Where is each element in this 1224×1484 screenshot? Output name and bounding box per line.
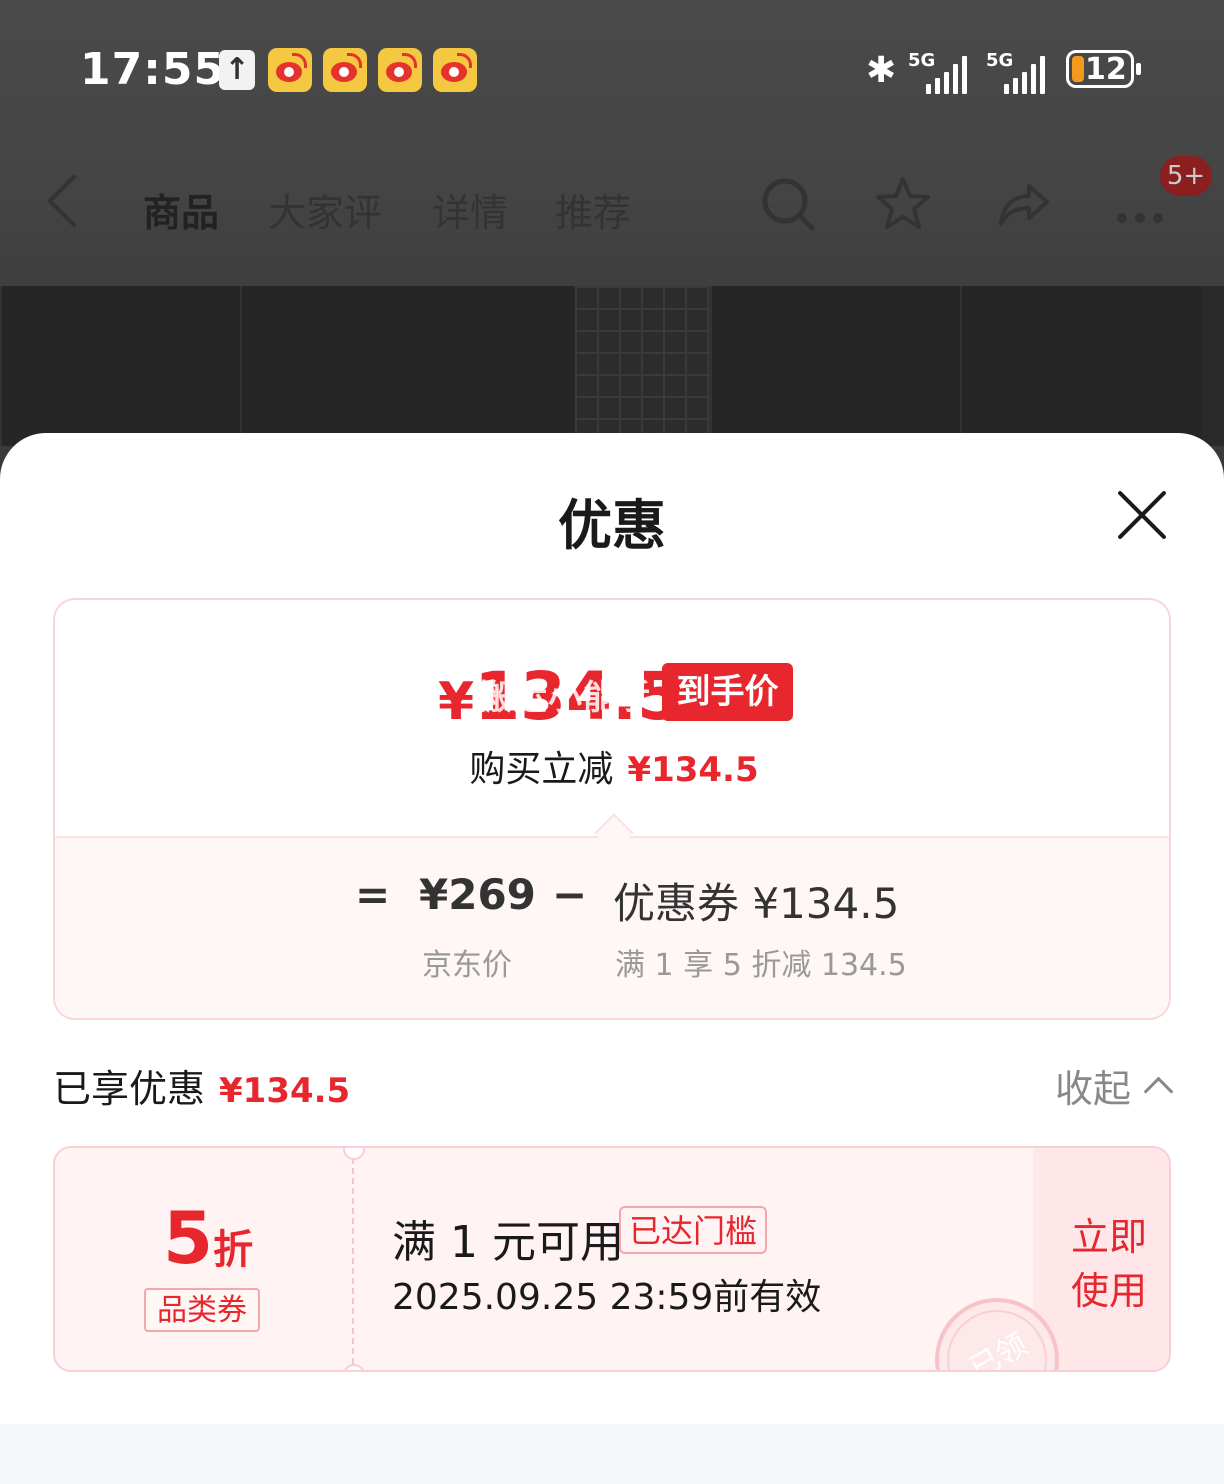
status-time: 17:55 bbox=[80, 44, 226, 95]
enjoyed-discount: 已享优惠 ¥134.5 bbox=[53, 1067, 351, 1111]
discount-sheet: 优惠 ¥134.5 到手价 搬运小能手 购买立减 ¥134.5 = ¥269 京东… bbox=[0, 433, 1224, 1484]
tab-details[interactable]: 详情 bbox=[432, 182, 508, 237]
status-bar: 17:55 ↑ ✱ 5G 5G 12 bbox=[0, 40, 1224, 102]
signal-icon: 5G bbox=[986, 50, 1056, 94]
star-icon[interactable] bbox=[873, 174, 933, 234]
close-icon[interactable] bbox=[1115, 488, 1169, 542]
equals-sign: = bbox=[355, 870, 391, 919]
collapse-button[interactable]: 收起 bbox=[1055, 1058, 1131, 1113]
weibo-icon bbox=[433, 48, 477, 92]
base-price-label: 京东价 bbox=[422, 948, 512, 983]
sheet-title: 优惠 bbox=[558, 494, 666, 557]
coupon-rule: 满 1 享 5 折减 134.5 bbox=[615, 948, 907, 983]
tab-reviews[interactable]: 大家评 bbox=[268, 182, 382, 237]
upload-icon: ↑ bbox=[219, 50, 255, 90]
reduce-line: 购买立减 ¥134.5 bbox=[469, 749, 759, 790]
tab-product[interactable]: 商品 bbox=[143, 182, 219, 237]
watermark-text: 搬运小能手 bbox=[478, 678, 653, 718]
coupon-amount: 优惠券 ¥134.5 bbox=[613, 879, 900, 928]
sheet-footer bbox=[0, 1424, 1224, 1484]
coupon-divider bbox=[352, 1158, 354, 1364]
back-icon[interactable] bbox=[47, 174, 101, 228]
tab-recommend[interactable]: 推荐 bbox=[555, 182, 631, 237]
battery-icon: 12 bbox=[1066, 50, 1141, 88]
more-badge: 5+ bbox=[1160, 156, 1212, 196]
signal-icon: 5G bbox=[908, 50, 978, 94]
product-image bbox=[0, 286, 1224, 446]
use-now-button[interactable]: 立即 使用 bbox=[1059, 1210, 1159, 1318]
threshold-met-tag: 已达门槛 bbox=[619, 1206, 767, 1254]
base-price: ¥269 bbox=[419, 870, 536, 919]
coupon-card[interactable]: 5折 品类券 满 1 元可用 已达门槛 2025.09.25 23:59前有效 … bbox=[53, 1146, 1171, 1372]
chevron-up-icon[interactable] bbox=[1143, 1076, 1174, 1107]
price-breakdown: = ¥269 京东价 − 优惠券 ¥134.5 满 1 享 5 折减 134.5 bbox=[55, 836, 1169, 1018]
share-icon[interactable] bbox=[993, 174, 1053, 234]
coupon-notch bbox=[343, 1364, 365, 1370]
coupon-condition: 满 1 元可用 bbox=[392, 1217, 624, 1268]
search-icon[interactable] bbox=[758, 174, 818, 234]
weibo-icon bbox=[378, 48, 422, 92]
weibo-icon bbox=[268, 48, 312, 92]
price-summary-card: ¥134.5 到手价 搬运小能手 购买立减 ¥134.5 = ¥269 京东价 −… bbox=[53, 598, 1171, 1020]
bluetooth-icon: ✱ bbox=[866, 50, 897, 91]
final-price-tag: 到手价 bbox=[662, 663, 793, 721]
coupon-notch bbox=[343, 1148, 365, 1160]
product-nav-bar: 商品 大家评 详情 推荐 bbox=[0, 160, 1224, 260]
coupon-category-tag: 品类券 bbox=[144, 1288, 260, 1332]
minus-sign: − bbox=[552, 870, 588, 919]
coupon-validity: 2025.09.25 23:59前有效 bbox=[392, 1277, 822, 1318]
coupon-discount: 5折 bbox=[163, 1196, 254, 1280]
weibo-icon bbox=[323, 48, 367, 92]
